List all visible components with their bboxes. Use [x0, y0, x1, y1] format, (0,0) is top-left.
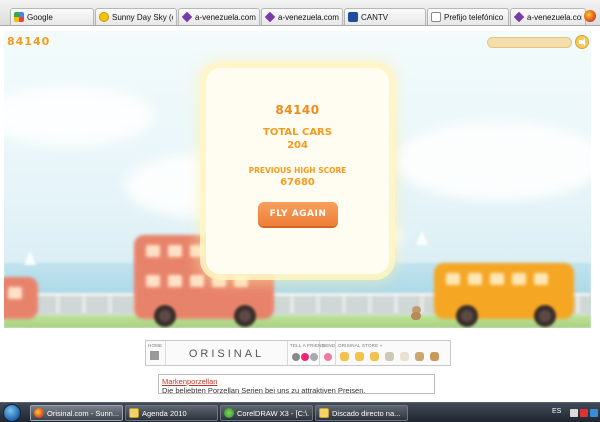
tab-a-venezuela-2[interactable]: a-venezuela.com -... — [261, 8, 343, 25]
send-label: SEND — [322, 343, 336, 348]
speaker-icon[interactable] — [575, 35, 589, 49]
tray-icon[interactable] — [570, 409, 578, 417]
duck-icon — [355, 352, 364, 361]
smiley-icon — [99, 12, 109, 22]
wheel — [534, 305, 556, 327]
home-icon — [150, 351, 159, 360]
home-label: HOME — [148, 343, 163, 348]
venezuela-icon — [513, 11, 525, 23]
tab-label: a-venezuela.com -... — [527, 12, 582, 22]
orisinal-logo[interactable]: ORISINAL — [166, 341, 288, 365]
tab-sunny-day-sky[interactable]: Sunny Day Sky (os... — [95, 8, 177, 25]
tab-prefijo-telefonico[interactable]: Prefijo telefónico ... — [427, 8, 509, 25]
wheel — [154, 305, 176, 327]
browser-tab-bar: Google Sunny Day Sky (os... a-venezuela.… — [0, 0, 600, 26]
tab-label: Sunny Day Sky (os... — [112, 12, 173, 22]
rabbit-icon — [400, 352, 409, 361]
store-label: ORISINAL STORE » — [338, 343, 383, 348]
duck-icon — [370, 352, 379, 361]
final-score: 84140 — [275, 103, 320, 117]
tab-label: Prefijo telefónico ... — [444, 12, 505, 22]
taskbar-item-label: Agenda 2010 — [142, 408, 187, 418]
language-indicator[interactable]: ES — [552, 408, 561, 415]
cloud — [4, 86, 154, 146]
taskbar-item-label: CorelDRAW X3 - [C:\... — [237, 408, 309, 418]
taskbar-item-label: Orisinal.com - Sunn... — [47, 408, 119, 418]
sailboat — [416, 231, 428, 245]
cantv-icon — [348, 12, 358, 22]
tab-label: CANTV — [361, 12, 389, 22]
coreldraw-icon — [224, 408, 234, 418]
taskbar-item-orisinal[interactable]: Orisinal.com - Sunn... — [30, 405, 123, 421]
firefox-icon[interactable] — [584, 10, 596, 22]
tab-a-venezuela-3[interactable]: a-venezuela.com -... — [510, 8, 586, 25]
firefox-icon — [34, 408, 44, 418]
fly-again-button[interactable]: FLY AGAIN — [258, 202, 338, 226]
ad-box[interactable]: Markenporzellan Die beliebten Porzellan … — [158, 374, 435, 394]
orisinal-bar: HOME ORISINAL TELL A FRIEND SEND ORISINA… — [145, 340, 451, 366]
ad-text: Die beliebten Porzellan Serien bei uns z… — [162, 386, 366, 394]
total-cars-label: TOTAL CARS — [263, 127, 332, 138]
orisinal-store[interactable]: ORISINAL STORE » — [336, 341, 450, 365]
deer-icon — [430, 352, 439, 361]
tab-label: a-venezuela.com -... — [278, 12, 339, 22]
document-icon — [431, 12, 441, 22]
taskbar-item-label: Discado directo na... — [332, 408, 401, 418]
bear-character — [410, 306, 422, 320]
previous-high-score-value: 67680 — [280, 177, 315, 188]
level-progress-bar — [487, 37, 572, 48]
email-icon — [292, 353, 300, 361]
security-icon[interactable] — [580, 409, 588, 417]
folder-icon — [319, 408, 329, 418]
game-canvas[interactable]: 84140 84140 TOTAL CARS 204 PREVIOUS HIGH… — [4, 31, 591, 328]
taskbar-item-discado[interactable]: Discado directo na... — [315, 405, 408, 421]
taskbar: Orisinal.com - Sunn... Agenda 2010 Corel… — [0, 402, 600, 422]
total-cars-value: 204 — [287, 140, 308, 151]
agenda-icon — [129, 408, 139, 418]
previous-high-score-label: PREVIOUS HIGH SCORE — [248, 166, 347, 175]
wheel — [456, 305, 478, 327]
cloud — [394, 121, 591, 201]
bear-icon — [415, 352, 424, 361]
umbrella-icon — [385, 352, 394, 361]
tell-a-friend-link[interactable]: TELL A FRIEND — [288, 341, 325, 365]
tab-label: a-venezuela.com -... — [195, 12, 256, 22]
exclaim-icon — [301, 353, 309, 361]
network-icon[interactable] — [590, 409, 598, 417]
start-button[interactable] — [3, 404, 21, 422]
tab-a-venezuela-1[interactable]: a-venezuela.com -... — [178, 8, 260, 25]
duck-icon — [340, 352, 349, 361]
game-over-dialog: 84140 TOTAL CARS 204 PREVIOUS HIGH SCORE… — [206, 68, 389, 274]
ad-title-link[interactable]: Markenporzellan — [162, 377, 431, 386]
taskbar-item-coreldraw[interactable]: CorelDRAW X3 - [C:\... — [220, 405, 313, 421]
smiley-icon — [310, 353, 318, 361]
tab-cantv[interactable]: CANTV — [344, 8, 426, 25]
home-link[interactable]: HOME — [146, 341, 166, 365]
screen: Google Sunny Day Sky (os... a-venezuela.… — [0, 0, 600, 422]
venezuela-icon — [264, 11, 276, 23]
tab-google[interactable]: Google — [10, 8, 94, 25]
venezuela-icon — [181, 11, 193, 23]
bus-red-small — [4, 277, 38, 319]
wheel — [234, 305, 256, 327]
google-icon — [14, 12, 24, 22]
taskbar-item-agenda[interactable]: Agenda 2010 — [125, 405, 218, 421]
flower-icon — [324, 353, 332, 361]
sailboat — [24, 251, 36, 265]
tab-label: Google — [27, 12, 53, 22]
score-counter: 84140 — [7, 35, 51, 48]
send-link[interactable]: SEND — [320, 341, 336, 365]
